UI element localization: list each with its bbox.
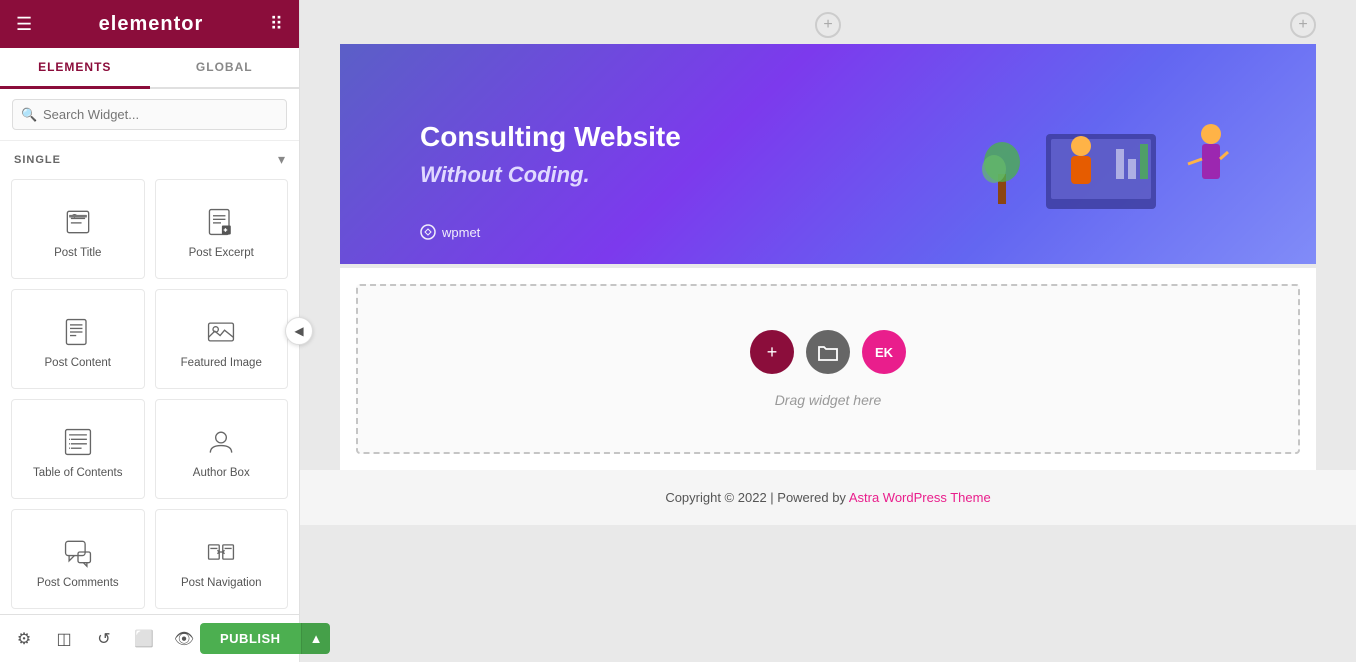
widget-author-box[interactable]: Author Box (155, 399, 289, 499)
collapse-handle[interactable]: ◀ (285, 317, 313, 345)
widget-post-navigation-label: Post Navigation (181, 577, 262, 591)
hero-banner: Consulting Website Without Coding. wpmet (340, 44, 1316, 264)
publish-dropdown-button[interactable]: ▲ (301, 623, 331, 654)
post-comments-icon (60, 534, 96, 570)
footer-text: Copyright © 2022 | Powered by (665, 490, 849, 505)
widget-post-title[interactable]: T Post Title (11, 179, 145, 279)
collapse-icon[interactable]: ▾ (278, 151, 285, 168)
search-input[interactable] (12, 99, 287, 130)
layers-icon[interactable]: ◫ (48, 623, 80, 655)
add-row-top: + + (300, 8, 1356, 40)
hero-title: Consulting Website (420, 120, 976, 154)
open-templates-button[interactable] (806, 330, 850, 374)
hero-row: Consulting Website Without Coding. wpmet (340, 44, 1316, 264)
ek-button[interactable]: EK (862, 330, 906, 374)
widget-post-title-label: Post Title (54, 247, 101, 261)
widget-post-content[interactable]: Post Content (11, 289, 145, 389)
add-section-right-button[interactable]: + (1290, 12, 1316, 38)
settings-icon[interactable]: ⚙ (8, 623, 40, 655)
post-excerpt-icon (203, 204, 239, 240)
widgets-grid: T Post Title Post Excerpt (0, 174, 299, 614)
post-navigation-icon (203, 534, 239, 570)
featured-image-icon (203, 314, 239, 350)
grid-icon[interactable]: ⠿ (270, 14, 283, 35)
hero-image (976, 74, 1256, 234)
widget-post-excerpt[interactable]: Post Excerpt (155, 179, 289, 279)
responsive-icon[interactable]: ⬜ (128, 623, 160, 655)
table-of-contents-icon (60, 424, 96, 460)
hero-text: Consulting Website Without Coding. wpmet (420, 120, 976, 188)
widget-post-excerpt-label: Post Excerpt (189, 247, 254, 261)
sidebar: ☰ elementor ⠿ ELEMENTS GLOBAL 🔍 SINGLE ▾… (0, 0, 300, 662)
widget-author-box-label: Author Box (193, 467, 250, 481)
drop-zone: + EK Drag widget here (356, 284, 1300, 454)
widget-post-comments[interactable]: Post Comments (11, 509, 145, 609)
elementor-logo: elementor (99, 13, 204, 36)
widget-table-of-contents-label: Table of Contents (33, 467, 123, 481)
widget-featured-image-label: Featured Image (181, 357, 262, 371)
publish-button[interactable]: PUBLISH (200, 623, 301, 654)
post-title-icon: T (60, 204, 96, 240)
section-label: SINGLE (14, 154, 61, 166)
tab-elements[interactable]: ELEMENTS (0, 48, 150, 89)
widget-post-content-label: Post Content (45, 357, 111, 371)
widget-post-navigation[interactable]: Post Navigation (155, 509, 289, 609)
search-bar: 🔍 (0, 89, 299, 141)
main-canvas: + + Consulting Website Without Coding. w… (300, 0, 1356, 662)
eye-icon[interactable]: 👁 (168, 623, 200, 655)
section-header: SINGLE ▾ (0, 141, 299, 174)
search-icon: 🔍 (21, 107, 37, 123)
author-box-icon (203, 424, 239, 460)
hero-logo: wpmet (420, 224, 480, 240)
hamburger-icon[interactable]: ☰ (16, 14, 32, 35)
tab-global[interactable]: GLOBAL (150, 48, 300, 87)
sidebar-tabs: ELEMENTS GLOBAL (0, 48, 299, 89)
drag-widget-label: Drag widget here (775, 392, 882, 408)
hero-logo-text: wpmet (442, 225, 480, 240)
add-widget-button[interactable]: + (750, 330, 794, 374)
footer: Copyright © 2022 | Powered by Astra Word… (300, 470, 1356, 525)
sidebar-header: ☰ elementor ⠿ (0, 0, 299, 48)
footer-link[interactable]: Astra WordPress Theme (849, 490, 991, 505)
post-content-icon (60, 314, 96, 350)
history-icon[interactable]: ↺ (88, 623, 120, 655)
drop-zone-icons: + EK (750, 330, 906, 374)
sidebar-bottom: ⚙ ◫ ↺ ⬜ 👁 PUBLISH ▲ (0, 614, 299, 662)
hero-subtitle: Without Coding. (420, 162, 976, 188)
drop-zone-row: + EK Drag widget here (340, 268, 1316, 470)
add-section-top-button[interactable]: + (815, 12, 841, 38)
widget-featured-image[interactable]: Featured Image (155, 289, 289, 389)
widget-post-comments-label: Post Comments (37, 577, 119, 591)
bottom-icons: ⚙ ◫ ↺ ⬜ 👁 (8, 623, 200, 655)
publish-btn-wrapper: PUBLISH ▲ (200, 623, 330, 654)
widget-table-of-contents[interactable]: Table of Contents (11, 399, 145, 499)
